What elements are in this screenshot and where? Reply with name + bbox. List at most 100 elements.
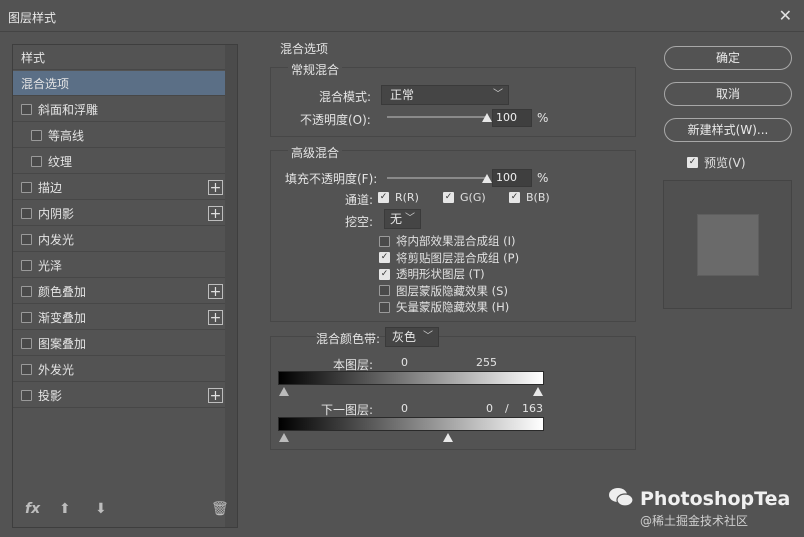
channel-option[interactable]: ✓ R(R) — [378, 191, 419, 204]
styles-list-item[interactable]: 纹理 — [13, 149, 225, 174]
title-bar: 图层样式 ✕ — [0, 0, 804, 32]
styles-list-item[interactable]: 混合选项 — [13, 71, 225, 96]
styles-list-item[interactable]: 斜面和浮雕 — [13, 97, 225, 122]
move-down-icon[interactable]: ⬇ — [95, 501, 107, 517]
styles-list-item[interactable]: 投影 + — [13, 383, 225, 408]
style-label: 纹理 — [48, 154, 73, 169]
blend-mode-select[interactable]: 正常 ﹀ — [381, 85, 509, 105]
styles-list-item[interactable]: 内阴影 + — [13, 201, 225, 226]
style-checkbox[interactable] — [31, 129, 42, 141]
add-icon[interactable]: + — [208, 388, 223, 403]
style-checkbox[interactable] — [21, 363, 32, 375]
styles-list-item[interactable]: 渐变叠加 + — [13, 305, 225, 330]
close-icon[interactable]: ✕ — [779, 6, 792, 25]
chevron-down-icon: ﹀ — [423, 331, 433, 342]
channel-label: R(R) — [395, 191, 419, 204]
advanced-option-checkbox[interactable] — [379, 285, 390, 296]
fx-icon[interactable]: fx — [25, 501, 40, 517]
styles-list-header[interactable]: 样式 — [13, 45, 225, 70]
advanced-option[interactable]: 图层蒙版隐藏效果 (S) — [379, 283, 508, 299]
preview-swatch — [697, 214, 759, 276]
style-label: 光泽 — [38, 258, 63, 273]
styles-list-item[interactable]: 光泽 — [13, 253, 225, 278]
style-checkbox[interactable] — [21, 181, 32, 193]
styles-list-item[interactable]: 颜色叠加 + — [13, 279, 225, 304]
style-checkbox[interactable] — [21, 233, 32, 245]
blend-if-select[interactable]: 灰色 ﹀ — [385, 327, 439, 347]
move-up-icon[interactable]: ⬆ — [59, 501, 71, 517]
blend-if-group — [270, 336, 636, 450]
cancel-button[interactable]: 取消 — [664, 82, 792, 106]
advanced-option[interactable]: 矢量蒙版隐藏效果 (H) — [379, 299, 509, 315]
preview-checkbox[interactable]: ✓ — [687, 157, 698, 168]
watermark-brand-text: PhotoshopTea — [640, 488, 791, 510]
styles-list: 样式 混合选项 斜面和浮雕 等高线 纹理 描边 + 内阴影 + 内发光 光泽 颜色叠加 + 渐变叠加 + 图… — [12, 44, 238, 528]
style-label: 内发光 — [38, 232, 75, 247]
style-checkbox[interactable] — [21, 389, 32, 401]
add-icon[interactable]: + — [208, 284, 223, 299]
chevron-down-icon: ﹀ — [493, 89, 503, 100]
opacity-slider-thumb[interactable] — [482, 113, 492, 122]
style-checkbox[interactable] — [21, 103, 32, 115]
fill-opacity-input[interactable]: 100 — [492, 169, 532, 187]
style-label: 颜色叠加 — [38, 284, 87, 299]
add-icon[interactable]: + — [208, 206, 223, 221]
style-checkbox[interactable] — [21, 259, 32, 271]
this-layer-low: 0 — [401, 356, 408, 369]
opacity-input[interactable]: 100 — [492, 109, 532, 127]
advanced-option-checkbox[interactable] — [379, 301, 390, 313]
channel-checkbox[interactable]: ✓ — [378, 192, 389, 203]
this-layer-low-thumb[interactable] — [279, 387, 289, 396]
advanced-option-label: 将剪贴图层混合成组 (P) — [396, 250, 520, 265]
blend-mode-label: 混合模式: — [319, 90, 372, 104]
advanced-option[interactable]: ✓ 将剪贴图层混合成组 (P) — [379, 250, 519, 266]
styles-list-item[interactable]: 内发光 — [13, 227, 225, 252]
trash-icon[interactable]: 🗑 — [211, 501, 229, 517]
style-checkbox[interactable] — [21, 285, 32, 297]
add-icon[interactable]: + — [208, 180, 223, 195]
knockout-select[interactable]: 无 ﹀ — [384, 209, 421, 229]
opacity-slider-track[interactable] — [387, 116, 487, 118]
advanced-option-checkbox[interactable] — [379, 235, 390, 247]
styles-scrollbar[interactable] — [225, 45, 237, 527]
style-label: 描边 — [38, 180, 63, 195]
channel-checkbox[interactable]: ✓ — [509, 192, 520, 203]
style-checkbox[interactable] — [21, 337, 32, 349]
this-layer-high-thumb[interactable] — [533, 387, 543, 396]
knockout-label: 挖空: — [345, 215, 374, 229]
style-label: 外发光 — [38, 362, 75, 377]
styles-bottom-bar: fx ⬆ ⬇ 🗑 — [13, 493, 237, 527]
styles-list-item[interactable]: 描边 + — [13, 175, 225, 200]
style-checkbox[interactable] — [21, 207, 32, 219]
underlying-low-thumb[interactable] — [279, 433, 289, 442]
advanced-option-checkbox[interactable]: ✓ — [379, 252, 390, 263]
advanced-option-label: 透明形状图层 (T) — [396, 267, 485, 281]
advanced-option-label: 将内部效果混合成组 (I) — [396, 234, 516, 248]
advanced-option-checkbox[interactable]: ✓ — [379, 268, 390, 280]
fill-slider-thumb[interactable] — [482, 174, 492, 183]
ok-button[interactable]: 确定 — [664, 46, 792, 70]
styles-list-item[interactable]: 图案叠加 — [13, 331, 225, 356]
underlying-high-thumb[interactable] — [443, 433, 453, 442]
underlying-gradient — [278, 417, 544, 431]
style-label: 混合选项 — [21, 76, 70, 91]
opacity-percent: % — [537, 111, 549, 125]
preview-checkbox-row[interactable]: ✓ 预览(V) — [687, 154, 746, 171]
blending-options-title: 混合选项 — [280, 42, 329, 56]
channel-option[interactable]: ✓ B(B) — [509, 191, 550, 204]
styles-list-item[interactable]: 等高线 — [13, 123, 225, 148]
advanced-option[interactable]: ✓ 透明形状图层 (T) — [379, 266, 485, 282]
new-style-button[interactable]: 新建样式(W)... — [664, 118, 792, 142]
add-icon[interactable]: + — [208, 310, 223, 325]
style-checkbox[interactable] — [21, 311, 32, 323]
style-checkbox[interactable] — [31, 155, 42, 167]
style-label: 渐变叠加 — [38, 310, 87, 325]
this-layer-high: 255 — [476, 356, 497, 369]
channel-checkbox[interactable]: ✓ — [443, 192, 454, 203]
fill-slider-track[interactable] — [387, 177, 487, 179]
style-label: 投影 — [38, 388, 63, 403]
style-label: 等高线 — [48, 128, 85, 143]
advanced-option[interactable]: 将内部效果混合成组 (I) — [379, 233, 516, 249]
styles-list-item[interactable]: 外发光 — [13, 357, 225, 382]
channel-option[interactable]: ✓ G(G) — [443, 191, 486, 204]
